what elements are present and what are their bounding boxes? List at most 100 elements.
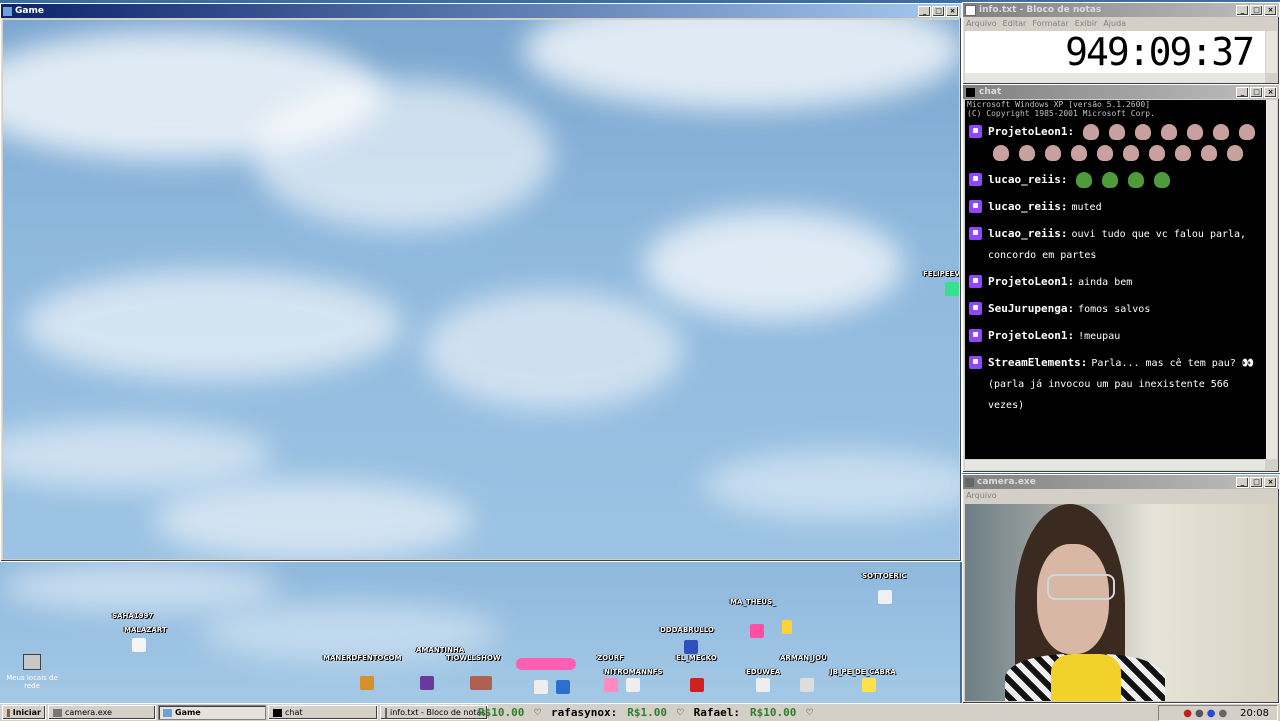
avatar-sprite [690,678,704,692]
notepad-window[interactable]: info.txt - Bloco de notas _ □ × Arquivo … [962,2,1280,85]
close-button[interactable]: × [1264,4,1277,16]
avatar-sprite [604,678,618,692]
chat-message: lucao_reiis: [965,166,1266,193]
emote-icon [1019,145,1035,161]
taskbar-button-notepad[interactable]: info.txt - Bloco de notas [380,705,488,720]
maximize-button[interactable]: □ [1250,4,1263,16]
chat-text: !meupau [1078,331,1121,342]
chat-console[interactable]: Microsoft Windows XP [versão 5.1.2600] (… [965,100,1266,459]
chat-message: ProjetoLeon1: [965,118,1266,166]
menu-bar: Arquivo [963,489,1279,501]
taskbar: Iniciar camera.exe Game chat info.txt - … [0,703,1280,721]
menu-exibir[interactable]: Exibir [1075,19,1098,28]
avatar-name: ZOURF [597,654,624,662]
console-icon [965,86,976,98]
twitch-badge-icon [969,227,982,240]
chat-text: ainda bem [1078,277,1133,288]
player-sprite [945,282,959,296]
close-button[interactable]: × [1264,86,1277,98]
viewer-avatar-strip: SAHA1997 MALAZART MANERDFENTOCOM AMANTIN… [0,562,960,704]
twitch-badge-icon [969,356,982,369]
network-icon [23,654,41,670]
chat-username: SeuJurupenga: [988,302,1075,315]
game-canvas[interactable]: FELIPEEVERS [3,20,959,559]
emote-icon [1187,124,1204,140]
minimize-button[interactable]: _ [1236,86,1249,98]
close-button[interactable]: × [1264,476,1277,488]
close-button[interactable]: × [946,5,959,17]
start-button[interactable]: Iniciar [2,705,46,720]
camera-icon [965,477,974,487]
avatar-sprite [862,678,876,692]
horizontal-scrollbar[interactable] [965,460,1265,470]
tray-icon[interactable]: ● [1218,708,1227,719]
horizontal-scrollbar[interactable] [965,73,1265,83]
donation-amount: R$10.00 [478,706,525,719]
emote-icon [993,145,1009,161]
menu-formatar[interactable]: Formatar [1032,19,1068,28]
avatar-sprite [420,676,434,690]
avatar-name: MA_THEUS_ [730,598,776,606]
game-titlebar[interactable]: Game _ □ × [1,4,961,18]
avatar-name: NITROMANNFS [604,668,663,676]
maximize-button[interactable]: □ [1250,86,1263,98]
game-window[interactable]: Game _ □ × FELIPEEVERS [0,3,962,562]
taskbar-button-chat[interactable]: chat [268,705,378,720]
menu-editar[interactable]: Editar [1003,19,1027,28]
clock[interactable]: 20:08 [1240,708,1269,719]
timer-text[interactable]: 949:09:37 [965,31,1265,73]
chat-username: lucao_reiis: [988,200,1068,213]
camera-titlebar[interactable]: camera.exe _ □ × [963,475,1279,489]
minimize-button[interactable]: _ [1236,4,1249,16]
window-title: chat [979,87,1002,97]
avatar-name: EL_MECKO [676,654,717,662]
donor-name: Rafael: [693,706,740,719]
avatar-sprite [684,640,698,654]
maximize-button[interactable]: □ [932,5,945,17]
menu-arquivo[interactable]: Arquivo [966,19,997,28]
taskbar-button-label: chat [285,708,303,717]
avatar-sprite [132,638,146,652]
player-name-tag: FELIPEEVERS [923,270,959,278]
avatar-name: TIOWLLSHOW [446,654,501,662]
tray-icon[interactable]: ● [1183,708,1192,719]
emote-icon [1045,145,1061,161]
camera-window[interactable]: camera.exe _ □ × Arquivo [962,474,1280,704]
menu-ajuda[interactable]: Ajuda [1103,19,1126,28]
twitch-badge-icon [969,125,982,138]
twitch-badge-icon [969,275,982,288]
app-icon [3,6,12,16]
taskbar-button-camera[interactable]: camera.exe [48,705,156,720]
emote-icon [1213,124,1230,140]
minimize-button[interactable]: _ [1236,476,1249,488]
donor-name: rafasynox: [550,706,618,719]
chat-titlebar[interactable]: chat _ □ × [963,85,1279,99]
avatar-name: SOTTOERIC [862,572,907,580]
minimize-button[interactable]: _ [918,5,931,17]
twitch-badge-icon [969,302,982,315]
chat-username: lucao_reiis: [988,227,1068,240]
vertical-scrollbar[interactable] [1266,31,1277,73]
avatar-sprite [556,680,570,694]
taskbar-button-label: info.txt - Bloco de notas [390,708,486,717]
taskbar-button-game[interactable]: Game [158,705,266,720]
tray-icon[interactable]: ● [1195,708,1204,719]
emote-icon [1239,124,1256,140]
star-item [782,620,792,634]
chat-message: StreamElements: Parla... mas cê tem pau? … [965,349,1266,418]
vertical-scrollbar[interactable] [1266,100,1277,459]
notepad-titlebar[interactable]: info.txt - Bloco de notas _ □ × [963,3,1279,17]
chat-username: lucao_reiis: [988,173,1068,186]
desktop-icon-network[interactable]: Meus locais de rede [4,654,60,690]
avatar-name: EDUWEA [746,668,781,676]
system-tray: ● ● ● ● 20:08 [1158,705,1278,721]
window-title: info.txt - Bloco de notas [979,5,1102,15]
chat-window[interactable]: chat _ □ × Microsoft Windows XP [versão … [962,84,1280,473]
maximize-button[interactable]: □ [1250,476,1263,488]
tray-icon[interactable]: ● [1207,708,1216,719]
avatar-sprite [360,676,374,690]
menu-arquivo[interactable]: Arquivo [966,491,997,500]
emote-icon [1076,172,1093,188]
chat-text: fomos salvos [1078,304,1151,315]
chat-username: StreamElements: [988,356,1088,369]
